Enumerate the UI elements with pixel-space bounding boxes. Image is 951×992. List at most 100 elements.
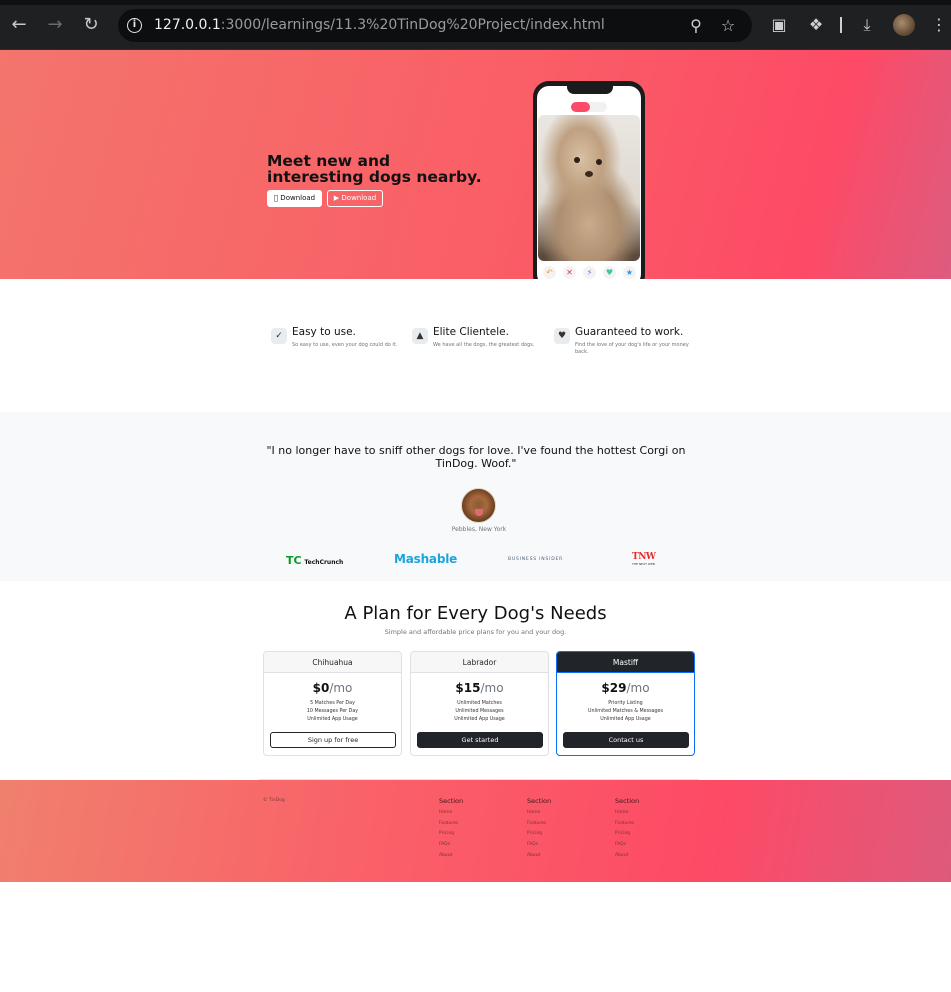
plan-feature: 10 Messages Per Day [306,709,359,714]
plan-feature: Unlimited App Usage [600,717,651,722]
pricing-title: A Plan for Every Dog's Needs [344,603,607,624]
plan-price: $0/mo [312,681,353,695]
footer-heading: Section [527,797,552,805]
footer-link-features[interactable]: Features [527,819,607,830]
site-info-icon[interactable]: i [127,18,142,33]
tab-strip-edge [0,0,951,5]
footer-column-3: Section Home Features Pricing FAQs About [615,797,695,862]
extensions-puzzle-icon[interactable]: ❖ [805,14,827,36]
feature-title: Easy to use. [292,326,356,338]
footer-link-home[interactable]: Home [527,808,607,819]
nope-icon: ✕ [563,266,576,279]
superlike-star-icon: ★ [623,266,636,279]
tnw-logo: TNW THE NEXT WEB [632,552,656,566]
feature-title: Elite Clientele. [433,326,509,338]
plan-feature: Unlimited App Usage [454,717,505,722]
contact-us-button[interactable]: Contact us [563,732,689,748]
rewind-icon: ↶ [543,266,556,279]
url-text[interactable]: 127.0.0.1:3000/learnings/11.3%20TinDog%2… [154,17,605,33]
footer-link-faqs[interactable]: FAQs [527,840,607,851]
mashable-logo: Mashable [394,552,458,566]
app-toggle [571,102,607,112]
footer-link-home[interactable]: Home [439,808,519,819]
swipe-actions: ↶ ✕ ⚡ ♥ ★ [537,264,641,279]
download-icon[interactable]: ⤓ [856,14,878,36]
plan-feature: 5 Matches Per Day [310,701,355,706]
footer-link-about[interactable]: About [439,851,519,862]
footer-link-faqs[interactable]: FAQs [439,840,519,851]
testimonial-section: "I no longer have to sniff other dogs fo… [0,412,951,581]
menu-kebab-icon[interactable]: ⋮ [928,14,950,36]
plan-name: Labrador [411,652,548,673]
plan-feature: Unlimited App Usage [307,717,358,722]
footer-link-pricing[interactable]: Pricing [439,829,519,840]
apple-download-button[interactable]:  Download [267,190,322,207]
zoom-icon[interactable]: ⚲ [686,16,706,36]
pricing-subtitle: Simple and affordable price plans for yo… [384,628,567,636]
business-insider-logo: BUSINESS INSIDER [508,557,564,562]
plan-feature: Unlimited Matches & Messages [587,709,664,714]
plan-feature: Priority Listing [608,701,643,706]
phone-mockup: ↶ ✕ ⚡ ♥ ★ [533,81,645,279]
feature-title: Guaranteed to work. [575,326,684,338]
phone-notch [567,86,613,94]
bookmark-star-icon[interactable]: ☆ [718,16,738,36]
forward-icon[interactable]: → [44,14,66,36]
feature-text: We have all the dogs, the greatest dogs. [433,342,535,348]
feature-text: Find the love of your dog's life or your… [575,342,689,355]
plan-card-mastiff: Mastiff $29/mo Priority Listing Unlimite… [556,651,695,756]
heart-arrow-icon: ♥ [554,328,570,344]
sign-up-free-button[interactable]: Sign up for free [270,732,396,748]
copyright: © TinDog [263,798,285,803]
footer-heading: Section [439,797,464,805]
pricing-section: A Plan for Every Dog's Needs Simple and … [0,581,951,780]
footer-link-pricing[interactable]: Pricing [527,829,607,840]
plan-name: Chihuahua [264,652,401,673]
footer-link-about[interactable]: About [615,851,695,862]
footer-link-about[interactable]: About [527,851,607,862]
footer-heading: Section [615,797,640,805]
features-section: ✓ Easy to use. So easy to use, even your… [0,279,951,412]
plan-price: $29/mo [601,681,650,695]
plan-feature: Unlimited Matches [457,701,502,706]
footer-link-features[interactable]: Features [439,819,519,830]
footer-link-home[interactable]: Home [615,808,695,819]
graduation-cap-icon: ▲ [412,328,428,344]
testimonial-cite: Pebbles, New York [451,526,507,533]
plan-features: 5 Matches Per Day 10 Messages Per Day Un… [264,700,401,724]
testimonial-avatar [461,488,496,523]
address-bar[interactable]: i 127.0.0.1:3000/learnings/11.3%20TinDog… [118,9,752,42]
profile-avatar[interactable] [893,14,915,36]
page-content: Meet new and interesting dogs nearby.  … [0,50,951,992]
check-circle-icon: ✓ [271,328,287,344]
footer-link-pricing[interactable]: Pricing [615,829,695,840]
extension-ghost-icon[interactable]: ▣ [768,14,790,36]
testimonial-quote: "I no longer have to sniff other dogs fo… [266,444,686,470]
plan-card-labrador: Labrador $15/mo Unlimited Matches Unlimi… [410,651,549,756]
footer: © TinDog Section Home Features Pricing F… [0,780,951,882]
hero-section: Meet new and interesting dogs nearby.  … [0,50,951,279]
get-started-button[interactable]: Get started [417,732,543,748]
dog-photo [538,115,640,261]
boost-icon: ⚡ [583,266,596,279]
hero-title: Meet new and interesting dogs nearby. [267,152,482,186]
plan-feature: Unlimited Messages [455,709,504,714]
footer-column-1: Section Home Features Pricing FAQs About [439,797,519,862]
plan-name: Mastiff [557,652,694,673]
phone-screen: ↶ ✕ ⚡ ♥ ★ [537,86,641,279]
plan-price: $15/mo [455,681,504,695]
play-download-button[interactable]: ▶ Download [327,190,383,207]
footer-link-faqs[interactable]: FAQs [615,840,695,851]
reload-icon[interactable]: ↻ [80,14,102,36]
techcrunch-logo: TC TechCrunch [286,554,344,567]
plan-features: Unlimited Matches Unlimited Messages Unl… [411,700,548,724]
plan-features: Priority Listing Unlimited Matches & Mes… [557,700,694,724]
browser-toolbar: ← → ↻ i 127.0.0.1:3000/learnings/11.3%20… [0,0,951,50]
back-icon[interactable]: ← [8,14,30,36]
like-heart-icon: ♥ [603,266,616,279]
footer-column-2: Section Home Features Pricing FAQs About [527,797,607,862]
plan-card-chihuahua: Chihuahua $0/mo 5 Matches Per Day 10 Mes… [263,651,402,756]
footer-link-features[interactable]: Features [615,819,695,830]
feature-text: So easy to use, even your dog could do i… [292,342,398,348]
toolbar-separator [840,17,842,33]
